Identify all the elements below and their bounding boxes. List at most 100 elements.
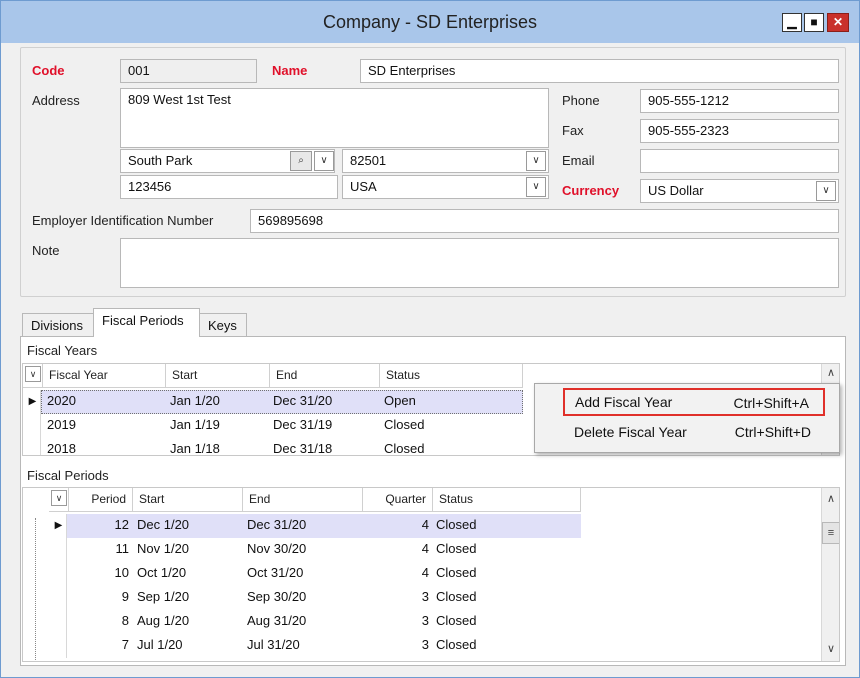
fiscal-year-cell: 2020	[47, 393, 76, 408]
delete-fiscal-year-menu-item[interactable]: Delete Fiscal Year Ctrl+Shift+D	[563, 419, 825, 447]
quarter-cell: 4	[421, 517, 429, 532]
close-button[interactable]: ✕	[827, 13, 849, 32]
column-header-end[interactable]: End	[243, 488, 363, 512]
menu-item-shortcut: Ctrl+Shift+A	[733, 395, 809, 411]
tab-fiscal-periods[interactable]: Fiscal Periods	[93, 308, 200, 337]
tab-divisions[interactable]: Divisions	[22, 313, 94, 337]
scroll-up-icon[interactable]: ∧	[822, 364, 839, 382]
quarter-cell: 3	[421, 613, 429, 628]
period-cell: 7	[121, 637, 129, 652]
city-value: South Park	[128, 153, 193, 168]
postal-code-field[interactable]: 123456	[120, 175, 338, 199]
city-dropdown-button[interactable]: ∨	[314, 151, 334, 171]
end-cell: Aug 31/20	[247, 613, 307, 628]
scroll-down-icon[interactable]: ∨	[822, 640, 839, 658]
code-field[interactable]: 001	[120, 59, 257, 83]
column-header-status[interactable]: Status	[433, 488, 581, 512]
row-header[interactable]	[25, 414, 41, 438]
column-header-period[interactable]: Period	[69, 488, 133, 512]
menu-item-label: Delete Fiscal Year	[574, 424, 687, 440]
start-cell: Sep 1/20	[137, 589, 190, 604]
start-cell: Aug 1/20	[137, 613, 190, 628]
quarter-cell: 3	[421, 589, 429, 604]
column-header-start[interactable]: Start	[166, 364, 270, 388]
period-cell: 11	[115, 541, 130, 556]
code-label: Code	[32, 63, 65, 78]
minimize-button[interactable]: ▁	[782, 13, 802, 32]
scroll-thumb[interactable]: ≡	[822, 522, 839, 544]
chevron-down-icon: ∨	[532, 181, 540, 192]
title-bar[interactable]: Company - SD Enterprises ▁ ■ ✕	[1, 1, 859, 43]
company-window: Company - SD Enterprises ▁ ■ ✕ Code 001 …	[0, 0, 860, 678]
status-cell: Closed	[436, 517, 477, 532]
fiscal-years-title: Fiscal Years	[27, 343, 98, 358]
note-label: Note	[32, 243, 60, 258]
column-header-status[interactable]: Status	[380, 364, 523, 388]
column-header-quarter[interactable]: Quarter	[363, 488, 433, 512]
column-chooser-button[interactable]: ∨	[49, 488, 69, 512]
end-cell: Dec 31/20	[273, 393, 333, 408]
zip-field[interactable]: 82501	[342, 149, 549, 173]
address-label: Address	[32, 93, 80, 108]
column-header-fiscal-year[interactable]: Fiscal Year	[43, 364, 166, 388]
name-label: Name	[272, 63, 308, 78]
start-cell: Nov 1/20	[137, 541, 190, 556]
status-cell: Closed	[436, 589, 477, 604]
chevron-down-icon: ∨	[51, 490, 67, 506]
phone-field[interactable]: 905-555-1212	[640, 89, 839, 113]
row-header[interactable]	[51, 562, 67, 586]
start-cell: Jan 1/20	[170, 393, 220, 408]
chevron-down-icon: ∨	[25, 366, 41, 382]
tree-line	[35, 518, 36, 660]
ein-field[interactable]: 569895698	[250, 209, 839, 233]
zip-dropdown-button[interactable]: ∨	[526, 151, 546, 171]
start-cell: Jan 1/19	[170, 417, 220, 432]
note-field[interactable]	[120, 238, 839, 288]
fax-field[interactable]: 905-555-2323	[640, 119, 839, 143]
maximize-icon: ■	[810, 15, 818, 29]
address-field[interactable]: 809 West 1st Test	[120, 88, 549, 148]
fiscal-year-cell: 2019	[47, 417, 76, 432]
row-header[interactable]	[51, 610, 67, 634]
start-cell: Jul 1/20	[137, 637, 183, 652]
status-cell: Closed	[436, 613, 477, 628]
maximize-button[interactable]: ■	[804, 13, 824, 32]
scroll-up-icon[interactable]: ∧	[822, 490, 839, 508]
window-title: Company - SD Enterprises	[322, 12, 538, 32]
quarter-cell: 3	[421, 637, 429, 652]
period-cell: 8	[121, 613, 129, 628]
chevron-down-icon: ∨	[320, 155, 328, 166]
currency-field[interactable]: US Dollar	[640, 179, 839, 203]
column-header-end[interactable]: End	[270, 364, 380, 388]
column-chooser-button[interactable]: ∨	[23, 364, 43, 388]
end-cell: Dec 31/20	[247, 517, 307, 532]
fiscal-periods-title: Fiscal Periods	[27, 468, 109, 483]
row-header[interactable]	[51, 586, 67, 610]
row-selector-icon[interactable]: ▶	[51, 514, 67, 538]
email-field[interactable]	[640, 149, 839, 173]
country-field[interactable]: USA	[342, 175, 549, 199]
row-header[interactable]	[25, 438, 41, 455]
country-dropdown-button[interactable]: ∨	[526, 177, 546, 197]
status-cell: Closed	[384, 417, 425, 432]
row-header[interactable]	[51, 538, 67, 562]
menu-item-shortcut: Ctrl+Shift+D	[734, 424, 811, 440]
fiscal-periods-grid: ∨ Period Start End Quarter Status ▶ 12 D…	[22, 487, 840, 662]
start-cell: Oct 1/20	[137, 565, 187, 580]
start-cell: Dec 1/20	[137, 517, 190, 532]
add-fiscal-year-menu-item[interactable]: Add Fiscal Year Ctrl+Shift+A	[563, 388, 825, 416]
city-search-button[interactable]: ⌕	[290, 151, 312, 171]
name-field[interactable]: SD Enterprises	[360, 59, 839, 83]
tab-keys[interactable]: Keys	[199, 313, 247, 337]
end-cell: Nov 30/20	[247, 541, 307, 556]
end-cell: Dec 31/18	[273, 441, 333, 456]
minimize-icon: ▁	[787, 15, 797, 29]
fiscal-periods-scrollbar[interactable]: ∧ ≡ ∨	[821, 488, 839, 661]
column-header-start[interactable]: Start	[133, 488, 243, 512]
currency-dropdown-button[interactable]: ∨	[816, 181, 836, 201]
status-cell: Closed	[436, 637, 477, 652]
row-selector-icon[interactable]: ▶	[25, 390, 41, 414]
menu-item-label: Add Fiscal Year	[575, 394, 673, 410]
row-header[interactable]	[51, 634, 67, 658]
phone-label: Phone	[562, 93, 600, 108]
